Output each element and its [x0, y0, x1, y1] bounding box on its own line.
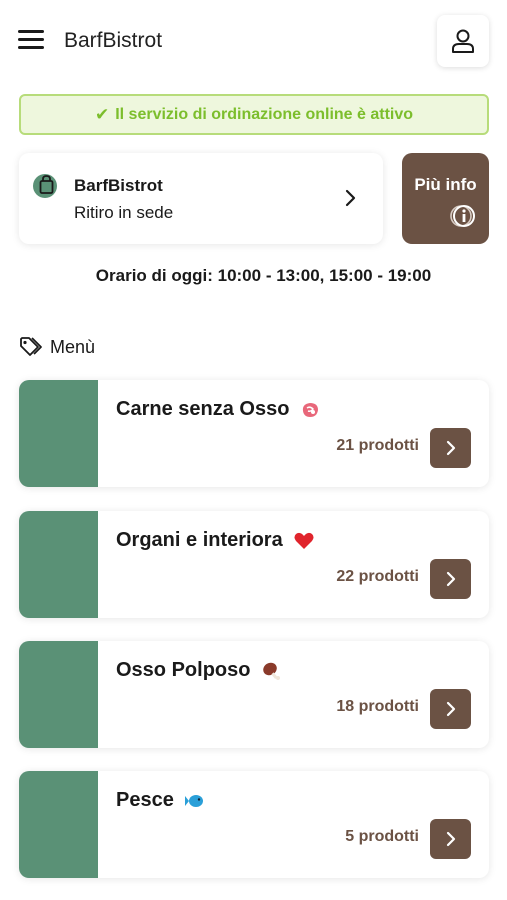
chevron-right-icon	[446, 831, 455, 847]
online-ordering-status-banner: ✔ Il servizio di ordinazione online è at…	[19, 94, 489, 135]
category-product-count: 21 prodotti	[336, 437, 419, 454]
app-root: BarfBistrot ✔ Il servizio di ordinazione…	[0, 0, 507, 900]
today-opening-hours: Orario di oggi: 10:00 - 13:00, 15:00 - 1…	[95, 266, 432, 285]
hamburger-icon[interactable]	[18, 29, 44, 51]
chevron-right-icon	[446, 571, 455, 587]
app-title: BarfBistrot	[64, 29, 163, 52]
category-name: Organi e interiora	[116, 529, 283, 551]
meat-icon	[303, 402, 319, 417]
tag-icon	[20, 337, 42, 356]
status-text: Il servizio di ordinazione online è atti…	[115, 105, 414, 123]
top-bar: BarfBistrot	[0, 0, 507, 84]
category-card[interactable]: Pesce 5 prodotti	[19, 771, 489, 878]
more-info-button[interactable]: Più info	[402, 153, 489, 244]
category-product-count: 5 prodotti	[345, 828, 419, 845]
category-product-count: 18 prodotti	[336, 698, 419, 715]
shopping-bag-icon	[33, 174, 57, 198]
category-card[interactable]: Organi e interiora 22 prodotti	[19, 511, 489, 618]
category-open-button[interactable]	[430, 819, 471, 859]
chevron-right-icon	[345, 189, 356, 207]
heart-icon	[294, 532, 314, 549]
store-name: BarfBistrot	[74, 176, 163, 195]
category-open-button[interactable]	[430, 559, 471, 599]
info-icon	[450, 205, 475, 227]
category-image	[19, 511, 98, 618]
pickup-mode: Ritiro in sede	[74, 203, 174, 222]
user-icon	[452, 29, 474, 53]
menu-label: Menù	[50, 336, 96, 357]
category-card[interactable]: Osso Polposo 18 prodotti	[19, 641, 489, 748]
user-account-button[interactable]	[437, 15, 489, 67]
category-open-button[interactable]	[430, 428, 471, 468]
chevron-right-icon	[446, 440, 455, 456]
drumstick-icon	[263, 662, 281, 680]
category-image	[19, 380, 98, 487]
category-name: Osso Polposo	[116, 659, 251, 681]
category-name: Pesce	[116, 789, 174, 811]
store-card[interactable]: BarfBistrot Ritiro in sede	[19, 153, 383, 244]
fish-icon	[184, 794, 203, 807]
category-name: Carne senza Osso	[116, 398, 290, 420]
chevron-right-icon	[446, 701, 455, 717]
category-image	[19, 641, 98, 748]
category-product-count: 22 prodotti	[336, 568, 419, 585]
category-card[interactable]: Carne senza Osso 21 prodotti	[19, 380, 489, 487]
more-info-label: Più info	[414, 175, 477, 194]
menu-section-header: Menù	[19, 335, 95, 359]
category-open-button[interactable]	[430, 689, 471, 729]
check-icon: ✔	[94, 104, 110, 124]
category-image	[19, 771, 98, 878]
